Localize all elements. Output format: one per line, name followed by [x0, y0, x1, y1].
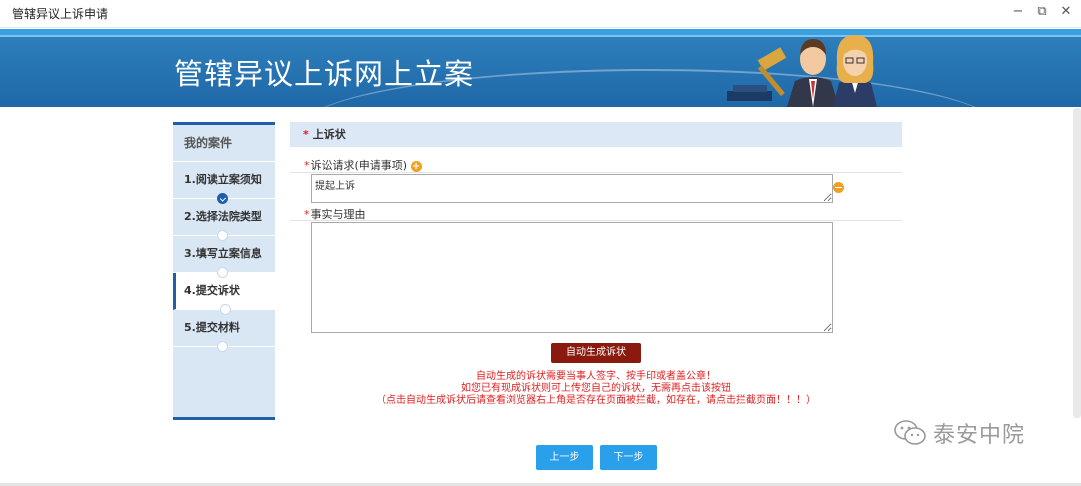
facts-input[interactable]: [311, 222, 833, 333]
required-mark: *: [304, 159, 310, 172]
section-title: 上诉状: [312, 128, 346, 141]
notice-line: 如您已有现成诉状则可上传您自己的诉状，无需再点击该按钮: [461, 383, 731, 394]
wechat-icon: [894, 420, 926, 445]
watermark-text: 泰安中院: [933, 423, 1026, 448]
claim-label-row: *诉讼请求(申请事项) +: [304, 157, 422, 173]
banner-title: 管辖异议上诉网上立案: [174, 57, 475, 91]
step-pending-icon: [217, 230, 228, 241]
sidebar-item-read-notice[interactable]: 1.阅读立案须知: [173, 162, 275, 204]
section-header: * 上诉状: [290, 122, 902, 147]
next-step-button[interactable]: 下一步: [600, 445, 657, 470]
prev-step-button[interactable]: 上一步: [536, 445, 593, 470]
step-pending-icon: [220, 304, 231, 315]
window-title: 管辖异议上诉申请: [12, 7, 109, 21]
minimize-icon[interactable]: −: [1011, 4, 1025, 20]
step-pending-icon: [217, 341, 228, 352]
notice-line: 自动生成的诉状需要当事人签字、按手印或者盖公章！: [476, 371, 716, 382]
watermark: 泰安中院: [893, 417, 1025, 449]
notice-line: （点击自动生成诉状后请查看浏览器右上角是否存在页面被拦截，如存在，请点击拦截页面…: [376, 395, 816, 406]
claim-input[interactable]: 提起上诉: [311, 174, 833, 203]
progress-sidebar: 我的案件 1.阅读立案须知 2.选择法院类型 3.填写立案信息 4.提交诉状 5…: [173, 122, 275, 420]
maximize-icon[interactable]: ⧉: [1035, 4, 1049, 20]
auto-generate-button[interactable]: 自动生成诉状: [551, 343, 641, 363]
required-mark: *: [303, 128, 309, 141]
divider: [290, 172, 902, 173]
page-banner: 管辖异议上诉网上立案: [0, 29, 1081, 107]
sidebar-item-label: 3.填写立案信息: [184, 247, 262, 260]
lawyers-illustration-icon: [727, 35, 877, 107]
app-window: 管辖异议上诉申请 − ⧉ ✕ 管辖异议上诉网上立案 我的案件 1.阅读立案须知 …: [0, 0, 1081, 486]
banner-stripe: [0, 35, 1081, 37]
step-pending-icon: [217, 267, 228, 278]
notice-text: 自动生成的诉状需要当事人签字、按手印或者盖公章！ 如您已有现成诉状则可上传您自己…: [290, 371, 902, 407]
divider: [290, 220, 902, 221]
sidebar-item-label: 1.阅读立案须知: [184, 173, 262, 186]
sidebar-item-submit-complaint[interactable]: 4.提交诉状: [173, 273, 275, 315]
sidebar-item-submit-materials[interactable]: 5.提交材料: [173, 310, 275, 352]
sidebar-item-case-info[interactable]: 3.填写立案信息: [173, 236, 275, 278]
remove-claim-icon[interactable]: [833, 182, 844, 193]
close-icon[interactable]: ✕: [1059, 4, 1073, 20]
window-controls: − ⧉ ✕: [1011, 4, 1073, 20]
step-done-icon: [217, 193, 228, 204]
vertical-scrollbar[interactable]: [1073, 108, 1081, 418]
add-claim-icon[interactable]: +: [410, 160, 422, 172]
claim-label: 诉讼请求(申请事项): [310, 159, 408, 172]
title-bar: 管辖异议上诉申请 − ⧉ ✕: [0, 0, 1081, 28]
sidebar-item-label: 2.选择法院类型: [184, 210, 262, 223]
sidebar-item-label: 4.提交诉状: [184, 284, 240, 297]
sidebar-item-court-type[interactable]: 2.选择法院类型: [173, 199, 275, 241]
sidebar-item-label: 5.提交材料: [184, 321, 240, 334]
sidebar-header: 我的案件: [173, 125, 275, 162]
